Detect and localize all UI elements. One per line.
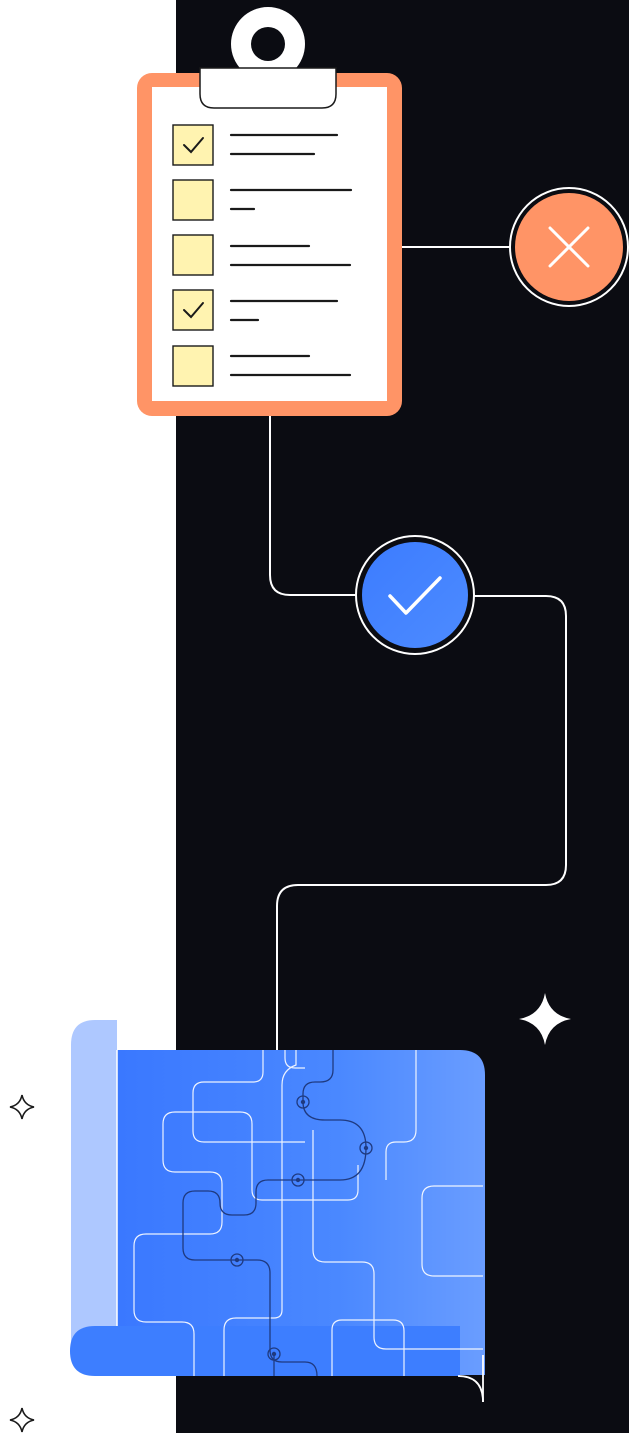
clip-ring-hole xyxy=(251,27,285,61)
map-bottom-roll xyxy=(70,1326,460,1376)
four-point-star-icon xyxy=(9,1407,35,1433)
connector-clipboard-to-approve xyxy=(269,414,358,596)
reject-badge xyxy=(509,187,629,307)
circuit-map-scroll-icon xyxy=(70,1020,485,1403)
checkbox-checked xyxy=(172,124,214,166)
map-fold-strip xyxy=(71,1020,117,1350)
checkbox-checked xyxy=(172,289,214,331)
approve-badge-fill xyxy=(362,542,468,648)
connector-approve-to-map xyxy=(276,595,567,1050)
clip-base xyxy=(199,67,337,109)
checkbox-unchecked xyxy=(172,179,214,221)
four-point-star-icon xyxy=(9,1094,35,1120)
clipboard-checklist-icon xyxy=(137,7,402,416)
illustration-stage xyxy=(0,0,629,1433)
checkbox-unchecked xyxy=(172,234,214,276)
map-roll-tail xyxy=(457,1375,484,1403)
four-point-star-icon xyxy=(519,993,571,1045)
approve-badge xyxy=(355,535,475,655)
checkbox-unchecked xyxy=(172,345,214,387)
illustration-svg xyxy=(9,7,629,1433)
